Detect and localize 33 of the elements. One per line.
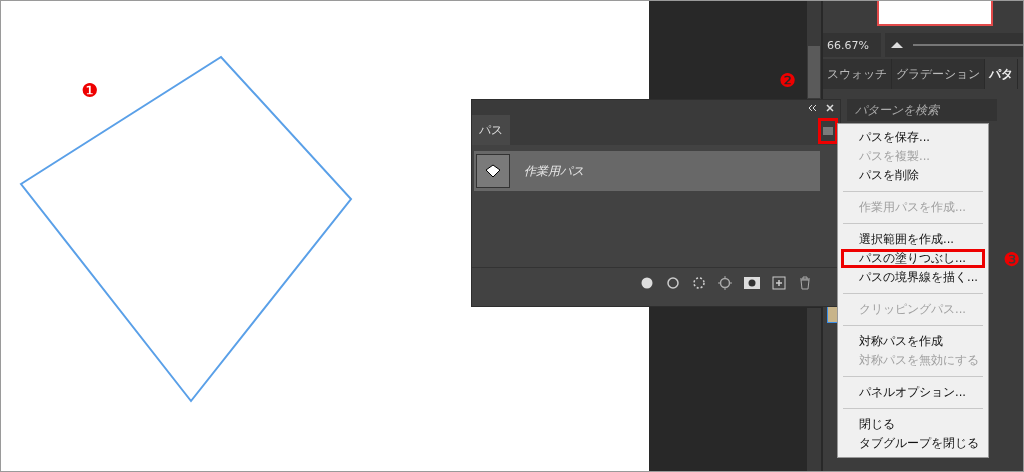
step-number: ❶ bbox=[81, 81, 99, 100]
menu-item[interactable]: パスを削除 bbox=[841, 166, 985, 185]
path-name: 作業用パス bbox=[524, 162, 584, 180]
collapse-icon[interactable] bbox=[808, 103, 818, 112]
new-path-icon[interactable] bbox=[772, 275, 786, 290]
menu-item[interactable]: 対称パスを作成 bbox=[841, 332, 985, 351]
mask-icon[interactable] bbox=[744, 276, 760, 289]
mountain-icon[interactable] bbox=[891, 42, 903, 48]
anchor-point-icon[interactable] bbox=[718, 275, 732, 290]
search-field[interactable]: パターンを検索 bbox=[847, 99, 997, 121]
panel-tab[interactable]: パタ bbox=[985, 59, 1018, 89]
path-row[interactable]: 作業用パス bbox=[474, 151, 820, 191]
panel-tab[interactable]: スウォッチ bbox=[823, 59, 892, 89]
menu-item[interactable]: パスの境界線を描く... bbox=[841, 268, 985, 287]
menu-item[interactable]: パスの塗りつぶし... bbox=[841, 249, 985, 268]
zoom-field[interactable]: 66.67% bbox=[823, 33, 881, 57]
step-number: ❸ bbox=[1003, 250, 1021, 269]
step-number: ❷ bbox=[779, 71, 797, 90]
fill-circle-icon[interactable] bbox=[640, 275, 654, 290]
menu-item[interactable]: タブグループを閉じる bbox=[841, 434, 985, 453]
menu-item[interactable]: 選択範囲を作成... bbox=[841, 230, 985, 249]
panel-tab[interactable]: パス bbox=[472, 115, 510, 145]
dotted-circle-icon[interactable] bbox=[692, 275, 706, 290]
trash-icon[interactable] bbox=[798, 275, 812, 290]
menu-item[interactable]: 閉じる bbox=[841, 415, 985, 434]
scrollbar-thumb[interactable] bbox=[808, 46, 820, 98]
menu-item[interactable]: パスを保存... bbox=[841, 128, 985, 147]
menu-item[interactable]: パネルオプション... bbox=[841, 383, 985, 402]
close-icon[interactable] bbox=[826, 103, 834, 112]
path-thumbnail bbox=[476, 154, 510, 188]
circle-outline-icon[interactable] bbox=[666, 275, 680, 290]
panel-tab[interactable]: グラデーション bbox=[892, 59, 985, 89]
menu-icon bbox=[823, 127, 833, 135]
